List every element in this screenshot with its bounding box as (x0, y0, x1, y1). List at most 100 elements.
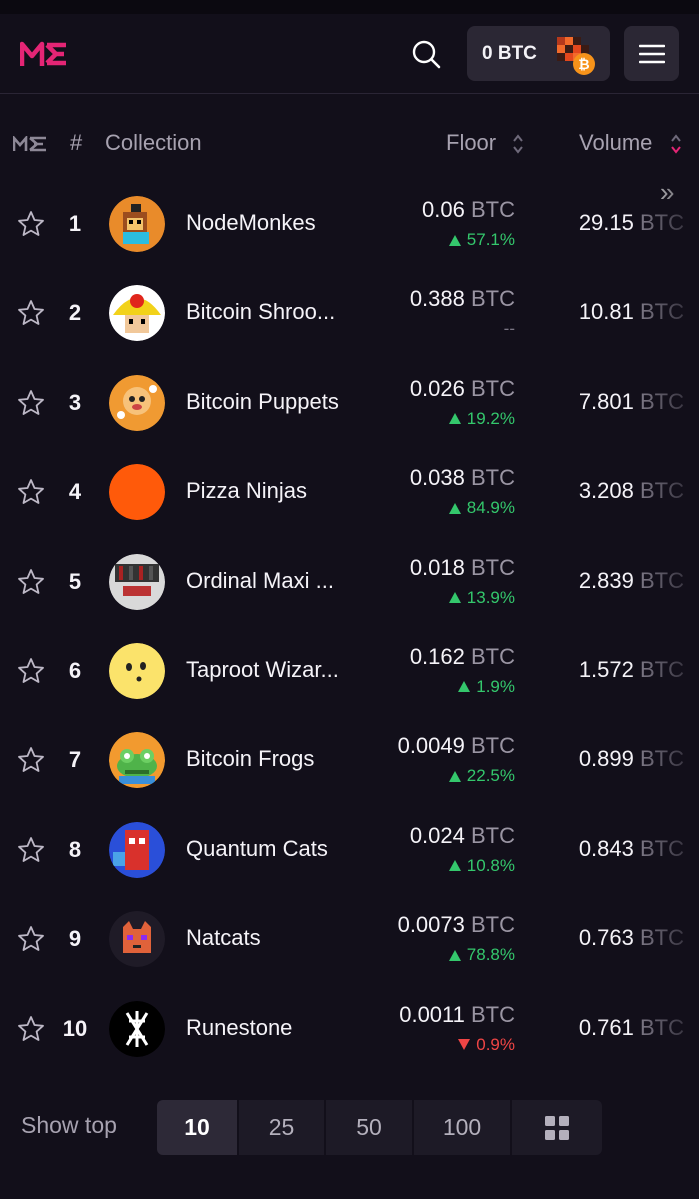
rank: 4 (68, 479, 82, 505)
floor-change: 13.9% (448, 588, 515, 608)
favorite-star-icon[interactable] (17, 836, 45, 864)
hamburger-menu-icon (638, 44, 665, 63)
favorite-star-icon[interactable] (17, 299, 45, 327)
collection-avatar (109, 911, 165, 968)
down-arrow-icon (458, 1039, 471, 1051)
up-arrow-icon (448, 413, 461, 425)
svg-text:₿: ₿ (578, 57, 589, 73)
favorite-star-icon[interactable] (17, 210, 45, 238)
volume-sort-icon[interactable] (670, 132, 682, 156)
floor-change: 10.8% (448, 856, 515, 876)
favorite-star-icon[interactable] (17, 1015, 45, 1043)
floor-price: 0.0049 BTC (397, 733, 515, 759)
table-row[interactable]: 9 Natcats 0.0073 BTC 78.8% 0.763 BTC (0, 893, 699, 982)
show-top-25-button[interactable]: 25 (239, 1100, 324, 1155)
volume: 10.81 BTC (578, 299, 684, 325)
floor-change: 78.8% (448, 945, 515, 965)
collection-name[interactable]: Quantum Cats (186, 836, 328, 862)
wallet-button[interactable]: 0 BTC ₿ (467, 26, 610, 81)
collection-avatar (109, 642, 165, 699)
floor-price: 0.018 BTC (409, 554, 515, 580)
table-row[interactable]: 7 Bitcoin Frogs 0.0049 BTC 22.5% 0.899 B… (0, 714, 699, 803)
show-top-10-button[interactable]: 10 (157, 1100, 237, 1155)
up-arrow-icon (448, 860, 461, 872)
show-top-50-button[interactable]: 50 (326, 1100, 412, 1155)
collection-name[interactable]: NodeMonkes (186, 210, 316, 236)
rank: 5 (68, 568, 82, 594)
floor-change: 57.1% (448, 230, 515, 250)
floor-change: 0.9% (458, 1035, 515, 1055)
column-header-rank: # (70, 130, 83, 155)
volume: 2.839 BTC (578, 567, 684, 593)
volume: 3.208 BTC (578, 478, 684, 504)
rank: 10 (62, 1015, 88, 1041)
me-column-icon[interactable] (13, 136, 49, 152)
floor-change: 22.5% (448, 766, 515, 786)
floor-price: 0.06 BTC (422, 197, 515, 222)
collection-avatar (109, 285, 165, 342)
volume: 0.843 BTC (578, 835, 684, 861)
search-button[interactable] (406, 36, 446, 72)
rank: 8 (68, 836, 82, 862)
floor-sort-icon[interactable] (512, 132, 524, 156)
floor-price: 0.0011 BTC (399, 1001, 515, 1027)
show-top-100-button[interactable]: 100 (414, 1100, 510, 1155)
collection-name[interactable]: Natcats (186, 925, 261, 951)
table-row[interactable]: 1 NodeMonkes 0.06 BTC 57.1% 29.15 BTC (0, 178, 699, 267)
column-header-floor[interactable]: Floor (446, 130, 496, 156)
volume: 7.801 BTC (578, 388, 684, 414)
table-row[interactable]: 10 Runestone 0.0011 BTC 0.9% 0.761 BTC (0, 983, 699, 1072)
volume: 0.899 BTC (578, 746, 684, 772)
floor-change: 19.2% (448, 409, 515, 429)
table-row[interactable]: 2 Bitcoin Shroo... 0.388 BTC -- 10.81 BT… (0, 267, 699, 356)
collection-avatar (109, 732, 165, 789)
floor-change: 1.9% (458, 677, 515, 697)
collection-name[interactable]: Taproot Wizar... (186, 657, 339, 683)
grid-view-button[interactable] (512, 1100, 602, 1155)
up-arrow-icon (448, 770, 461, 782)
floor-price: 0.162 BTC (409, 643, 515, 669)
search-icon (412, 40, 441, 69)
favorite-star-icon[interactable] (17, 746, 45, 774)
floor-price: 0.388 BTC (409, 286, 515, 312)
collection-name[interactable]: Runestone (186, 1015, 292, 1041)
favorite-star-icon[interactable] (17, 925, 45, 953)
collections-table: 1 NodeMonkes 0.06 BTC 57.1% 29.15 BTC 2 … (0, 178, 699, 1072)
floor-change: -- (503, 319, 515, 339)
collection-name[interactable]: Bitcoin Frogs (186, 746, 314, 772)
wallet-balance: 0 BTC (482, 42, 537, 64)
rank: 1 (68, 211, 82, 236)
wallet-avatar: ₿ (557, 37, 595, 75)
favorite-star-icon[interactable] (17, 389, 45, 417)
hamburger-menu-button[interactable] (624, 26, 679, 81)
header: 0 BTC ₿ (0, 14, 699, 94)
collection-avatar (109, 464, 165, 521)
rank: 6 (68, 657, 82, 683)
collection-name[interactable]: Pizza Ninjas (186, 478, 307, 504)
floor-price: 0.026 BTC (409, 375, 515, 401)
favorite-star-icon[interactable] (17, 568, 45, 596)
show-top-selector: Show top 10 25 50 100 (0, 1098, 699, 1156)
floor-change: 84.9% (448, 498, 515, 518)
favorite-star-icon[interactable] (17, 478, 45, 506)
table-row[interactable]: 6 Taproot Wizar... 0.162 BTC 1.9% 1.572 … (0, 625, 699, 714)
table-header: # Collection Floor Volume (0, 120, 699, 168)
volume: 1.572 BTC (578, 656, 684, 682)
table-row[interactable]: 4 Pizza Ninjas 0.038 BTC 84.9% 3.208 BTC (0, 446, 699, 535)
table-row[interactable]: 3 Bitcoin Puppets 0.026 BTC 19.2% 7.801 … (0, 357, 699, 446)
table-row[interactable]: 8 Quantum Cats 0.024 BTC 10.8% 0.843 BTC (0, 804, 699, 893)
favorite-star-icon[interactable] (17, 657, 45, 685)
up-arrow-icon (448, 502, 461, 514)
up-arrow-icon (458, 681, 471, 693)
floor-price: 0.038 BTC (409, 465, 515, 491)
up-arrow-icon (448, 592, 461, 604)
collection-avatar (109, 1000, 165, 1057)
collection-name[interactable]: Ordinal Maxi ... (186, 568, 334, 594)
status-strip (0, 0, 699, 14)
collection-name[interactable]: Bitcoin Puppets (186, 389, 339, 415)
collection-name[interactable]: Bitcoin Shroo... (186, 299, 335, 325)
table-row[interactable]: 5 Ordinal Maxi ... 0.018 BTC 13.9% 2.839… (0, 536, 699, 625)
column-header-volume[interactable]: Volume (579, 130, 652, 156)
collection-avatar (109, 196, 165, 252)
me-logo[interactable] (20, 36, 70, 70)
